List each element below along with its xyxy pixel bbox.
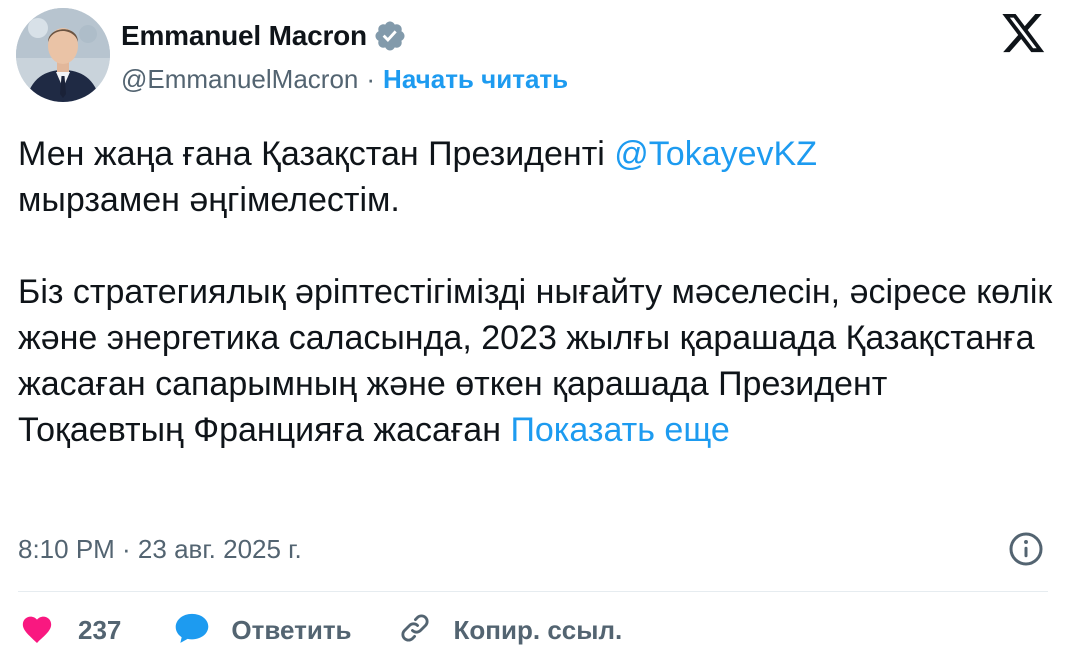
- author-name[interactable]: Emmanuel Macron: [121, 20, 367, 52]
- reply-button[interactable]: Ответить: [173, 611, 352, 650]
- author-handle[interactable]: @EmmanuelMacron: [121, 64, 358, 95]
- heart-icon: [20, 612, 54, 649]
- tweet-paragraph-1: Мен жаңа ғана Қазақстан Президенті @Toka…: [18, 131, 1058, 223]
- action-bar: 237 Ответить Копир. ссыл.: [20, 608, 622, 652]
- x-logo-icon[interactable]: [1002, 14, 1046, 54]
- avatar-portrait-icon: [16, 8, 110, 102]
- separator-dot: ·: [366, 63, 376, 94]
- copy-link-button[interactable]: Копир. ссыл.: [398, 611, 623, 650]
- tweet-paragraph-2: Біз стратегиялық әріптестігімізді нығайт…: [18, 269, 1058, 453]
- tweet-text-segment: мырзамен әңгімелестім.: [18, 181, 400, 219]
- divider: [18, 591, 1048, 592]
- handle-row: @EmmanuelMacron · Начать читать: [121, 60, 568, 98]
- verified-badge-icon: [373, 19, 407, 53]
- tweet-card: Emmanuel Macron @EmmanuelMacron · Начать…: [0, 0, 1068, 666]
- tweet-text: Мен жаңа ғана Қазақстан Президенті @Toka…: [18, 131, 1058, 453]
- info-icon[interactable]: [1008, 531, 1044, 567]
- speech-bubble-icon: [173, 611, 211, 650]
- follow-button[interactable]: Начать читать: [383, 64, 568, 95]
- tweet-timestamp[interactable]: 8:10 PM · 23 авг. 2025 г.: [18, 531, 302, 567]
- mention-link[interactable]: @TokayevKZ: [614, 135, 817, 173]
- reply-label: Ответить: [231, 614, 352, 645]
- link-icon: [398, 611, 432, 650]
- avatar[interactable]: [16, 8, 110, 102]
- like-button[interactable]: 237: [20, 612, 121, 649]
- copy-link-label: Копир. ссыл.: [453, 614, 623, 645]
- show-more-link[interactable]: Показать еще: [510, 411, 729, 449]
- author-name-row[interactable]: Emmanuel Macron: [121, 17, 407, 55]
- tweet-text-segment: Мен жаңа ғана Қазақстан Президенті: [18, 135, 615, 173]
- like-count: 237: [78, 614, 122, 645]
